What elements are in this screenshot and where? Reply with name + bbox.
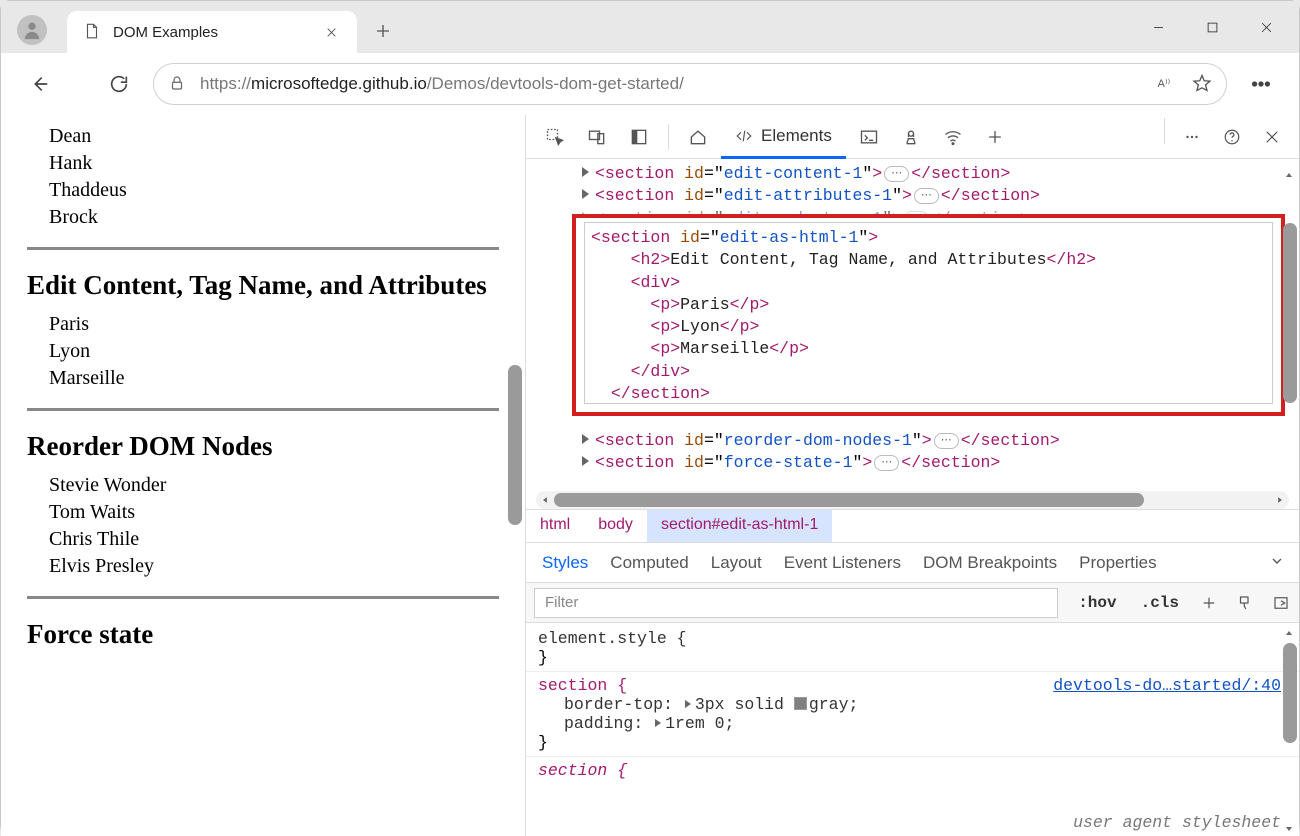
devtools-toolbar: Elements [526, 115, 1299, 159]
styles-filter-bar: Filter :hov .cls [526, 583, 1299, 623]
list-item: Hank [49, 150, 499, 177]
section-divider [27, 408, 499, 411]
url-text: https://microsoftedge.github.io/Demos/de… [200, 74, 684, 94]
network-tab-icon[interactable] [934, 118, 972, 156]
new-tab-button[interactable] [363, 11, 403, 51]
user-agent-stylesheet-label: user agent stylesheet [1073, 813, 1281, 832]
cls-toggle[interactable]: .cls [1129, 594, 1191, 612]
address-bar[interactable]: https://microsoftedge.github.io/Demos/de… [153, 63, 1227, 105]
edit-as-html-highlight: <section id="edit-as-html-1"> <h2>Edit C… [572, 214, 1285, 416]
paint-icon[interactable] [1227, 585, 1263, 621]
list-item: Dean [49, 123, 499, 150]
list-item: Stevie Wonder [49, 472, 499, 499]
section-heading-reorder: Reorder DOM Nodes [27, 431, 499, 462]
styles-panel-tabs: Styles Computed Layout Event Listeners D… [526, 543, 1299, 583]
section-heading-edit: Edit Content, Tag Name, and Attributes [27, 270, 499, 301]
devtools-panel: Elements <section id="edit-content-1">⋯<… [526, 115, 1299, 836]
dom-horizontal-scrollbar[interactable] [536, 491, 1289, 509]
read-aloud-icon[interactable]: A⁾⁾ [1156, 73, 1176, 96]
scroll-left-icon[interactable] [538, 493, 552, 507]
scroll-up-icon[interactable] [1283, 167, 1297, 181]
dom-scrollbar[interactable] [1283, 163, 1297, 473]
maximize-button[interactable] [1185, 7, 1239, 47]
panel-tab-event-listeners[interactable]: Event Listeners [784, 553, 901, 573]
browser-toolbar: https://microsoftedge.github.io/Demos/de… [1, 53, 1299, 115]
panel-tab-properties[interactable]: Properties [1079, 553, 1156, 573]
section-divider [27, 596, 499, 599]
section-divider [27, 247, 499, 250]
list-cities: Paris Lyon Marseille [27, 311, 499, 392]
panel-tab-layout[interactable]: Layout [711, 553, 762, 573]
window-controls [1131, 7, 1293, 47]
tab-title: DOM Examples [113, 24, 307, 41]
svg-text:A⁾⁾: A⁾⁾ [1158, 78, 1171, 90]
list-names-1: Dean Hank Thaddeus Brock [27, 123, 499, 231]
dom-breadcrumbs: html body section#edit-as-html-1 [526, 509, 1299, 543]
list-item: Chris Thile [49, 526, 499, 553]
scrollbar-thumb[interactable] [1283, 643, 1297, 743]
browser-tab[interactable]: DOM Examples [67, 11, 357, 53]
panel-tab-styles[interactable]: Styles [542, 553, 588, 573]
dock-side-icon[interactable] [620, 118, 658, 156]
back-button[interactable] [17, 62, 61, 106]
new-style-rule-icon[interactable] [1191, 585, 1227, 621]
panel-tab-computed[interactable]: Computed [610, 553, 688, 573]
elements-tab[interactable]: Elements [721, 115, 846, 159]
list-item: Elvis Presley [49, 553, 499, 580]
more-tabs-icon[interactable] [976, 118, 1014, 156]
minimize-button[interactable] [1131, 7, 1185, 47]
devtools-help-icon[interactable] [1213, 118, 1251, 156]
computed-toggle-icon[interactable] [1263, 585, 1299, 621]
list-item: Marseille [49, 365, 499, 392]
favorite-icon[interactable] [1192, 73, 1212, 96]
tab-close-button[interactable] [319, 20, 343, 44]
scroll-right-icon[interactable] [1273, 493, 1287, 507]
styles-filter-input[interactable]: Filter [534, 588, 1058, 618]
breadcrumb-item[interactable]: section#edit-as-html-1 [647, 510, 832, 542]
list-artists: Stevie Wonder Tom Waits Chris Thile Elvi… [27, 472, 499, 580]
profile-avatar[interactable] [17, 15, 47, 45]
scrollbar-thumb[interactable] [554, 493, 1144, 507]
scroll-down-icon[interactable] [1283, 821, 1297, 835]
scrollbar-thumb[interactable] [1283, 223, 1297, 403]
list-item: Paris [49, 311, 499, 338]
inspect-element-icon[interactable] [536, 118, 574, 156]
devtools-close-icon[interactable] [1253, 118, 1291, 156]
dom-tree[interactable]: <section id="edit-content-1">⋯</section>… [526, 159, 1299, 489]
lock-icon [168, 74, 186, 95]
section-heading-force: Force state [27, 619, 499, 650]
source-link[interactable]: devtools-do…started/:40 [1053, 676, 1281, 695]
list-item: Tom Waits [49, 499, 499, 526]
breadcrumb-item[interactable]: body [584, 510, 647, 542]
styles-scrollbar[interactable] [1283, 625, 1297, 835]
device-emulation-icon[interactable] [578, 118, 616, 156]
browser-titlebar: DOM Examples [1, 1, 1299, 53]
list-item: Lyon [49, 338, 499, 365]
more-tabs-icon[interactable] [1269, 553, 1285, 574]
devtools-more-icon[interactable] [1173, 118, 1211, 156]
scrollbar-thumb[interactable] [508, 365, 522, 525]
welcome-tab-icon[interactable] [679, 118, 717, 156]
close-window-button[interactable] [1239, 7, 1293, 47]
console-tab-icon[interactable] [850, 118, 888, 156]
edit-as-html-textarea[interactable]: <section id="edit-as-html-1"> <h2>Edit C… [584, 222, 1273, 404]
styles-pane[interactable]: element.style { } section {devtools-do…s… [526, 623, 1299, 836]
sources-tab-icon[interactable] [892, 118, 930, 156]
list-item: Brock [49, 204, 499, 231]
web-page-viewport[interactable]: Dean Hank Thaddeus Brock Edit Content, T… [1, 115, 526, 836]
list-item: Thaddeus [49, 177, 499, 204]
settings-menu-button[interactable] [1239, 62, 1283, 106]
page-scrollbar[interactable] [508, 115, 522, 836]
page-icon [83, 22, 101, 43]
scroll-up-icon[interactable] [1283, 625, 1297, 639]
panel-tab-dom-breakpoints[interactable]: DOM Breakpoints [923, 553, 1057, 573]
hov-toggle[interactable]: :hov [1066, 594, 1128, 612]
breadcrumb-item[interactable]: html [526, 510, 584, 542]
elements-tab-label: Elements [761, 126, 832, 146]
refresh-button[interactable] [97, 62, 141, 106]
